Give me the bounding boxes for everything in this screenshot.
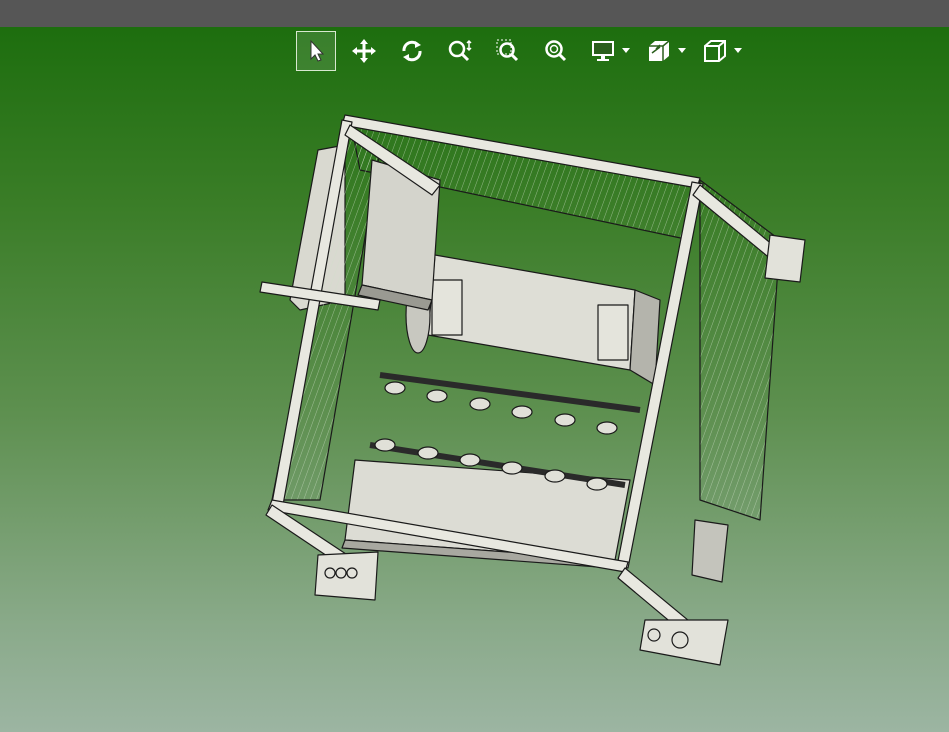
window-title-bar — [0, 0, 949, 27]
cad-assembly-model[interactable] — [0, 27, 949, 732]
foot-plate-front-left — [314, 551, 379, 601]
foot-plate-front-right — [639, 619, 729, 666]
mount-bracket-right — [597, 304, 629, 361]
frame-right-post — [616, 181, 704, 569]
side-box — [691, 519, 729, 583]
foot-plate-back-right — [764, 234, 806, 283]
mount-bracket-left — [431, 279, 463, 336]
roller-rail-upper — [379, 372, 641, 413]
